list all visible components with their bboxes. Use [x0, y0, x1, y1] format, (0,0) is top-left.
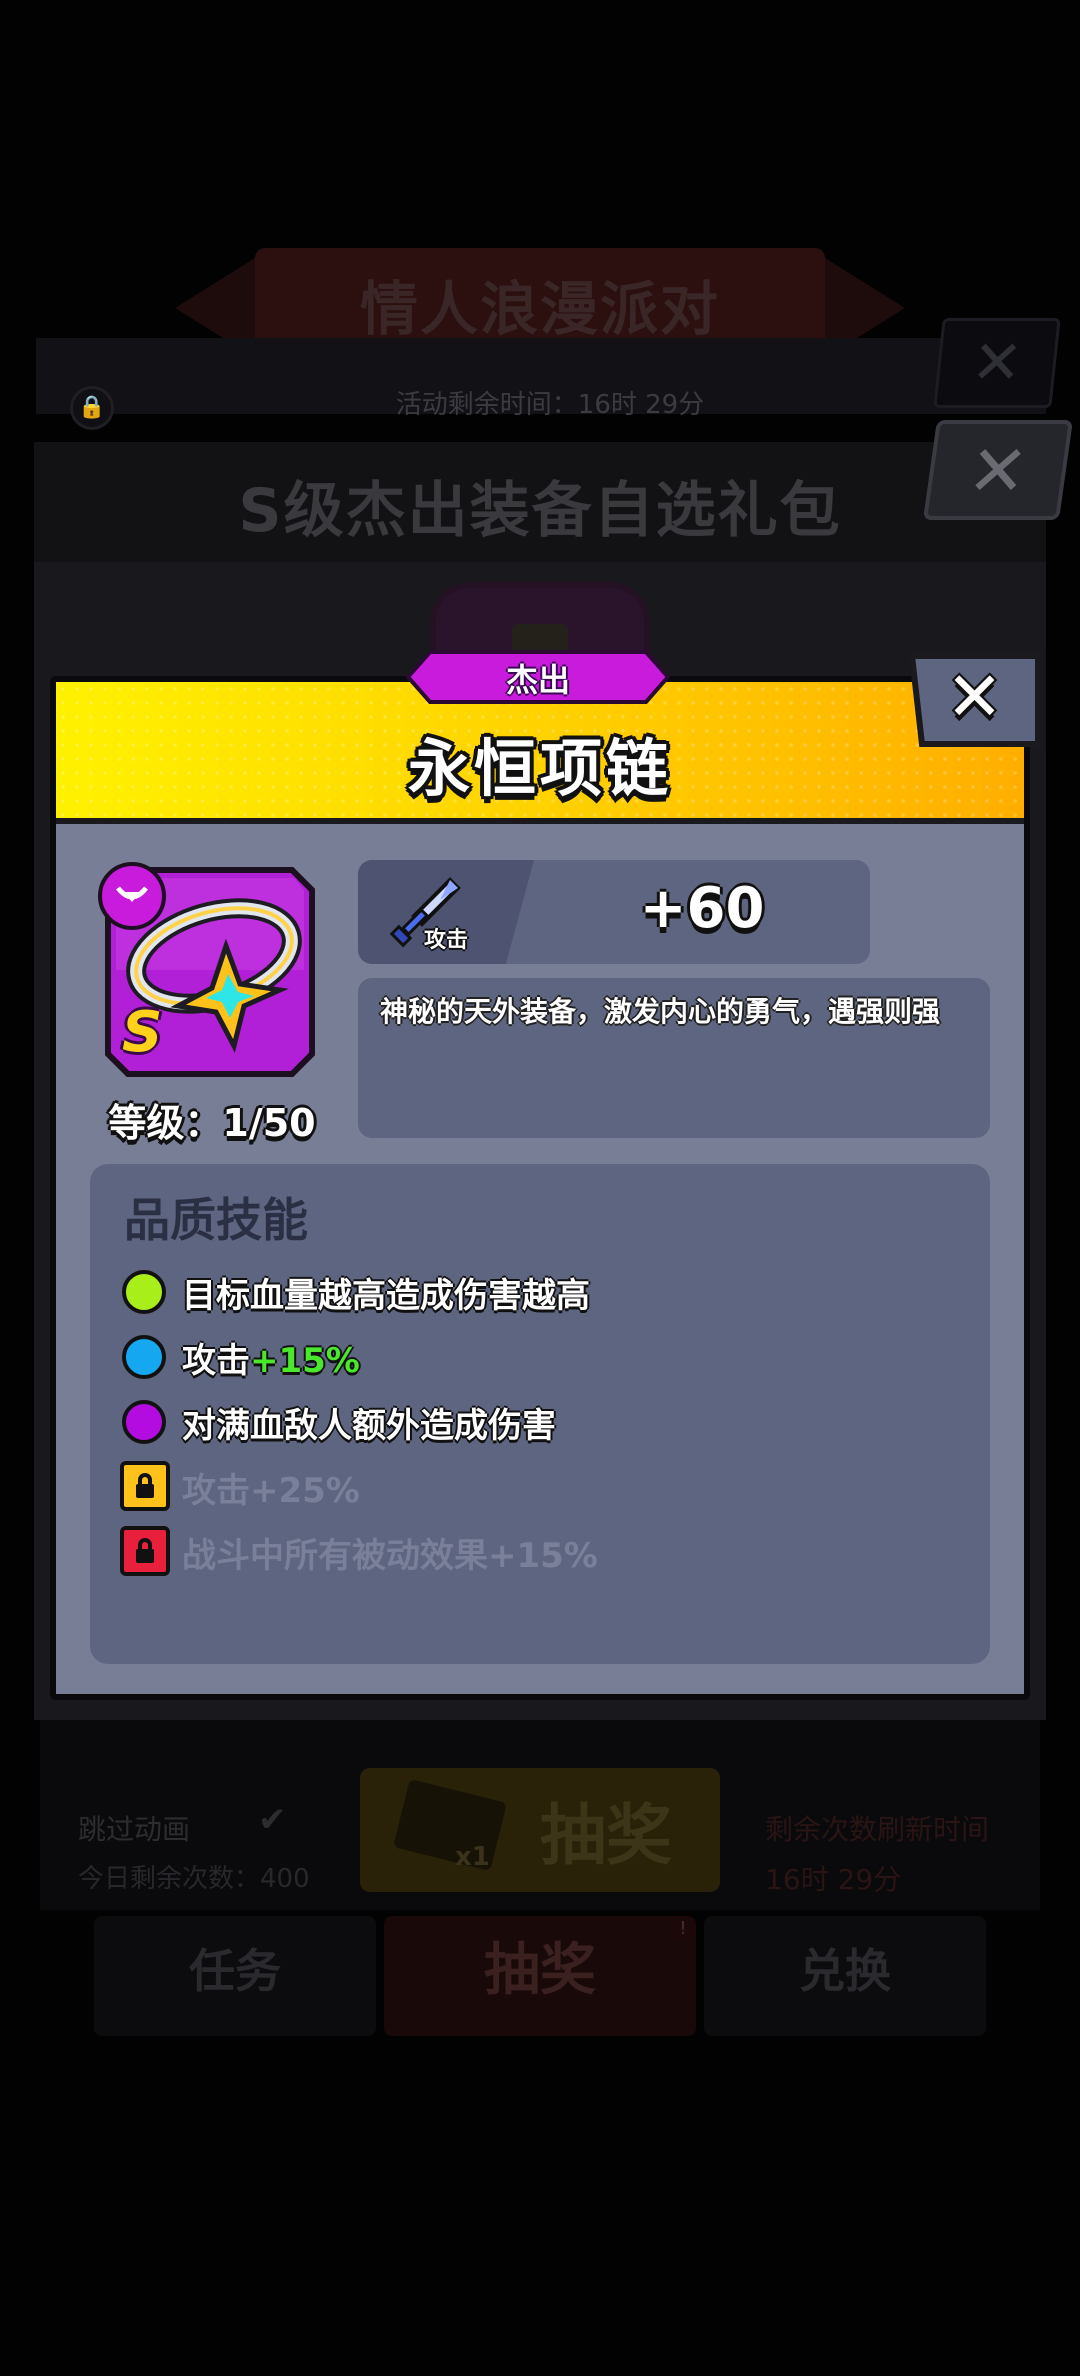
gift-pack-title: S级杰出装备自选礼包 [238, 476, 842, 546]
gift-pack-close-button[interactable]: ✕ [922, 420, 1074, 520]
skill-text-locked: 战斗中所有被动效果+15% [182, 1536, 598, 1576]
rarity-label: 杰出 [505, 661, 570, 699]
skill-text: 攻击+15% [182, 1333, 360, 1382]
necklace-slot-icon [98, 862, 166, 930]
item-description: 神秘的天外装备，激发内心的勇气，遇强则强 [380, 995, 941, 1028]
tab-draw[interactable]: 抽奖 [384, 1916, 696, 2036]
skill-text-locked: 攻击+25% [182, 1471, 360, 1511]
grade-badge: S [122, 1000, 163, 1065]
skill-row: 对满血敌人额外造成伤害 [120, 1392, 960, 1446]
lock-icon [120, 1461, 170, 1511]
close-icon[interactable]: ✕ [946, 664, 1003, 732]
skill-row-locked: 攻击+25% [120, 1457, 960, 1511]
ticket-count: x1 [455, 1842, 490, 1872]
equipment-name: 永恒项链 [407, 732, 672, 805]
event-title: 情人浪漫派对 [359, 275, 720, 343]
skill-highlight-value: +15% [250, 1341, 360, 1381]
checkmark-icon[interactable]: ✔ [258, 1800, 287, 1840]
skill-row: 攻击+15% [120, 1327, 960, 1381]
skill-row: 目标血量越高造成伤害越高 [120, 1262, 960, 1316]
lock-icon: 🔒 [70, 386, 114, 430]
skill-text: 对满血敌人额外造成伤害 [182, 1406, 556, 1446]
quality-skills-title: 品质技能 [124, 1193, 308, 1247]
skill-text-label: 攻击 [182, 1341, 250, 1381]
tab-task[interactable]: 任务 [94, 1916, 376, 2036]
today-remaining-count: 今日剩余次数：400 [78, 1864, 310, 1894]
attack-stat-box: 攻击 +60 [358, 860, 870, 964]
notification-badge: ! [670, 1916, 696, 1942]
description-box: 神秘的天外装备，激发内心的勇气，遇强则强 [358, 978, 990, 1138]
draw-button-label: 抽奖 [540, 1797, 672, 1874]
item-level: 等级：1/50 [108, 1101, 316, 1145]
skill-row-locked: 战斗中所有被动效果+15% [120, 1522, 960, 1576]
skip-animation-label: 跳过动画 [78, 1813, 191, 1846]
skill-text: 目标血量越高造成伤害越高 [182, 1276, 590, 1316]
skill-quality-dot [122, 1270, 166, 1314]
refresh-time: 16时 29分 [765, 1863, 902, 1896]
stat-name: 攻击 [424, 928, 469, 953]
tab-exchange[interactable]: 兑换 [704, 1916, 986, 2036]
event-close-button[interactable]: ✕ [933, 318, 1061, 408]
skill-quality-dot [122, 1335, 166, 1379]
stat-value: +60 [639, 876, 765, 941]
lock-icon [120, 1526, 170, 1576]
skill-quality-dot [122, 1400, 166, 1444]
refresh-label: 剩余次数刷新时间 [765, 1813, 990, 1846]
event-timer: 活动剩余时间：16时 29分 [395, 390, 705, 420]
